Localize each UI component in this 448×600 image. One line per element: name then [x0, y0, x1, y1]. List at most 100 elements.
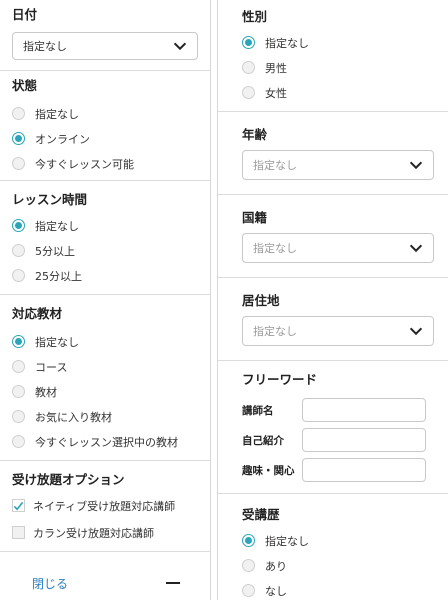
radio-button-selected[interactable] — [242, 36, 255, 49]
history-title: 受講歴 — [242, 507, 280, 522]
freeword-section: フリーワード 講師名 自己紹介 趣味・関心 — [218, 361, 448, 494]
history-option-none[interactable]: 指定なし — [242, 528, 436, 553]
unlimited-option-label: カラン受け放題対応講師 — [33, 526, 154, 540]
history-option-label: なし — [265, 584, 287, 598]
radio-button[interactable] — [242, 559, 255, 572]
lesson-time-option-none[interactable]: 指定なし — [12, 213, 198, 238]
materials-section: 対応教材 指定なし コース 教材 お気に入り教材 今すぐレッスン選択中の教材 — [0, 295, 210, 461]
radio-button[interactable] — [12, 269, 25, 282]
hobby-input[interactable] — [302, 458, 426, 482]
materials-option-current[interactable]: 今すぐレッスン選択中の教材 — [12, 429, 198, 454]
age-select-placeholder: 指定なし — [253, 159, 297, 172]
materials-option-label: 教材 — [35, 385, 57, 399]
status-option-label: 今すぐレッスン可能 — [35, 157, 134, 171]
gender-option-label: 男性 — [265, 61, 287, 75]
radio-button-selected[interactable] — [242, 534, 255, 547]
age-title: 年齢 — [242, 127, 268, 142]
materials-option-none[interactable]: 指定なし — [12, 329, 198, 354]
panel-divider — [210, 0, 218, 600]
date-select-value: 指定なし — [23, 40, 67, 53]
gender-section: 性別 指定なし 男性 女性 — [218, 0, 448, 112]
freeword-row-intro: 自己紹介 — [242, 425, 434, 455]
materials-option-course[interactable]: コース — [12, 354, 198, 379]
freeword-row-name: 講師名 — [242, 395, 434, 425]
gender-title: 性別 — [242, 9, 268, 24]
right-filter-panel: 性別 指定なし 男性 女性 年齢 指定なし 国籍 指定なし 居住地 指定なし フ… — [218, 0, 448, 600]
gender-option-male[interactable]: 男性 — [242, 55, 436, 80]
materials-option-favorite[interactable]: お気に入り教材 — [12, 404, 198, 429]
lesson-time-option-label: 25分以上 — [35, 269, 82, 283]
freeword-row-hobby: 趣味・関心 — [242, 455, 434, 485]
radio-button[interactable] — [12, 107, 25, 120]
date-section: 日付 指定なし — [0, 0, 210, 71]
radio-button[interactable] — [242, 61, 255, 74]
radio-button-selected[interactable] — [12, 219, 25, 232]
materials-option-label: 指定なし — [35, 335, 79, 349]
radio-button[interactable] — [12, 385, 25, 398]
status-option-online[interactable]: オンライン — [12, 126, 198, 151]
unlimited-title: 受け放題オプション — [12, 472, 125, 487]
checkmark-icon — [13, 501, 24, 510]
checkbox[interactable] — [12, 526, 25, 539]
status-option-label: 指定なし — [35, 107, 79, 121]
history-section: 受講歴 指定なし あり なし — [218, 494, 448, 600]
chevron-down-icon — [409, 244, 423, 253]
minus-icon[interactable] — [166, 582, 180, 584]
radio-button[interactable] — [242, 86, 255, 99]
checkbox-checked[interactable] — [12, 499, 25, 512]
freeword-label: 趣味・関心 — [242, 464, 295, 477]
materials-title: 対応教材 — [12, 306, 63, 321]
gender-option-none[interactable]: 指定なし — [242, 30, 436, 55]
nationality-select-placeholder: 指定なし — [253, 242, 297, 255]
materials-option-label: 今すぐレッスン選択中の教材 — [35, 435, 178, 449]
materials-option-label: お気に入り教材 — [35, 410, 112, 424]
nationality-select[interactable]: 指定なし — [242, 233, 434, 263]
chevron-down-icon — [173, 42, 187, 51]
radio-button[interactable] — [242, 584, 255, 597]
status-option-label: オンライン — [35, 132, 90, 146]
teacher-name-input[interactable] — [302, 398, 426, 422]
lesson-time-option-label: 指定なし — [35, 219, 79, 233]
radio-button[interactable] — [12, 435, 25, 448]
materials-option-material[interactable]: 教材 — [12, 379, 198, 404]
self-intro-input[interactable] — [302, 428, 426, 452]
radio-button[interactable] — [12, 360, 25, 373]
nationality-section: 国籍 指定なし — [218, 195, 448, 278]
lesson-time-title: レッスン時間 — [12, 192, 88, 207]
unlimited-option-callan[interactable]: カラン受け放題対応講師 — [12, 520, 198, 545]
residence-select[interactable]: 指定なし — [242, 316, 434, 346]
age-select[interactable]: 指定なし — [242, 150, 434, 180]
status-option-available-now[interactable]: 今すぐレッスン可能 — [12, 151, 198, 176]
gender-option-label: 指定なし — [265, 36, 309, 50]
age-section: 年齢 指定なし — [218, 112, 448, 195]
freeword-label: 自己紹介 — [242, 434, 284, 447]
history-option-yes[interactable]: あり — [242, 553, 436, 578]
freeword-label: 講師名 — [242, 404, 274, 417]
date-select[interactable]: 指定なし — [12, 32, 198, 60]
radio-button[interactable] — [12, 244, 25, 257]
unlimited-option-native[interactable]: ネイティブ受け放題対応講師 — [12, 493, 198, 518]
status-title: 状態 — [12, 78, 38, 93]
gender-option-female[interactable]: 女性 — [242, 80, 436, 105]
status-option-none[interactable]: 指定なし — [12, 101, 198, 126]
close-button[interactable]: 閉じる — [32, 575, 68, 592]
history-option-label: 指定なし — [265, 534, 309, 548]
date-title: 日付 — [12, 7, 38, 22]
residence-select-placeholder: 指定なし — [253, 325, 297, 338]
lesson-time-option-5min[interactable]: 5分以上 — [12, 238, 198, 263]
residence-title: 居住地 — [242, 293, 280, 308]
nationality-title: 国籍 — [242, 210, 268, 225]
panel-footer: 閉じる — [0, 566, 210, 600]
history-option-no[interactable]: なし — [242, 578, 436, 600]
materials-option-label: コース — [35, 360, 68, 374]
unlimited-section: 受け放題オプション ネイティブ受け放題対応講師 カラン受け放題対応講師 — [0, 461, 210, 552]
radio-button[interactable] — [12, 157, 25, 170]
chevron-down-icon — [409, 327, 423, 336]
lesson-time-option-25min[interactable]: 25分以上 — [12, 263, 198, 288]
residence-section: 居住地 指定なし — [218, 278, 448, 361]
radio-button-selected[interactable] — [12, 132, 25, 145]
lesson-time-option-label: 5分以上 — [35, 244, 75, 258]
left-filter-panel: 日付 指定なし 状態 指定なし オンライン 今すぐレッスン可能 レッスン時間 指… — [0, 0, 210, 600]
radio-button[interactable] — [12, 410, 25, 423]
radio-button-selected[interactable] — [12, 335, 25, 348]
